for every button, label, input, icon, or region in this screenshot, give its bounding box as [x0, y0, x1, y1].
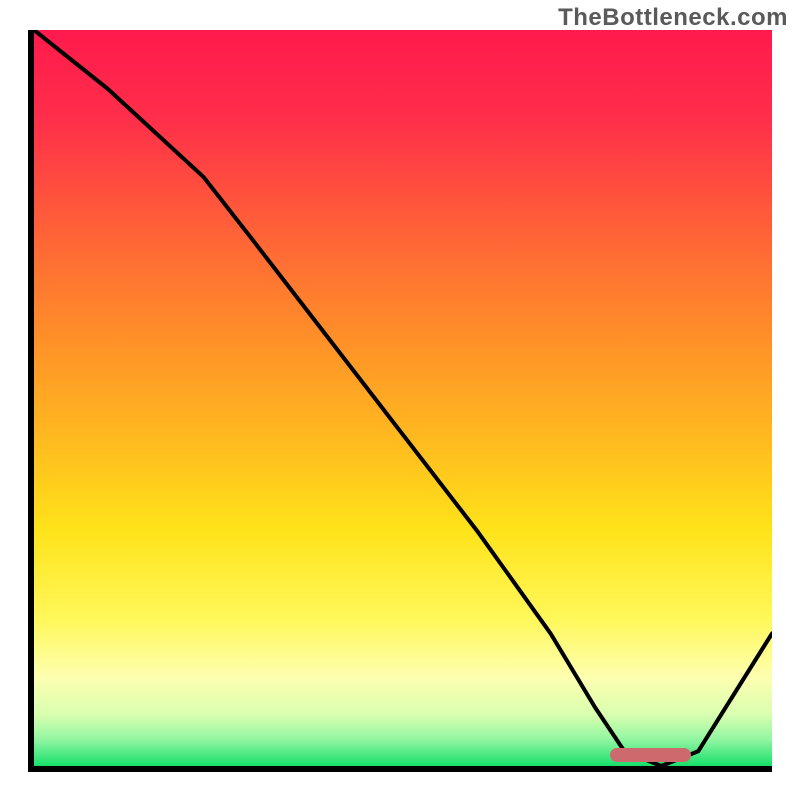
optimal-range-marker: [610, 748, 691, 762]
curve-layer: [34, 30, 772, 766]
bottleneck-curve-line: [34, 30, 772, 766]
chart-frame: TheBottleneck.com: [0, 0, 800, 800]
plot-area: [28, 30, 772, 772]
watermark-text: TheBottleneck.com: [558, 4, 788, 32]
